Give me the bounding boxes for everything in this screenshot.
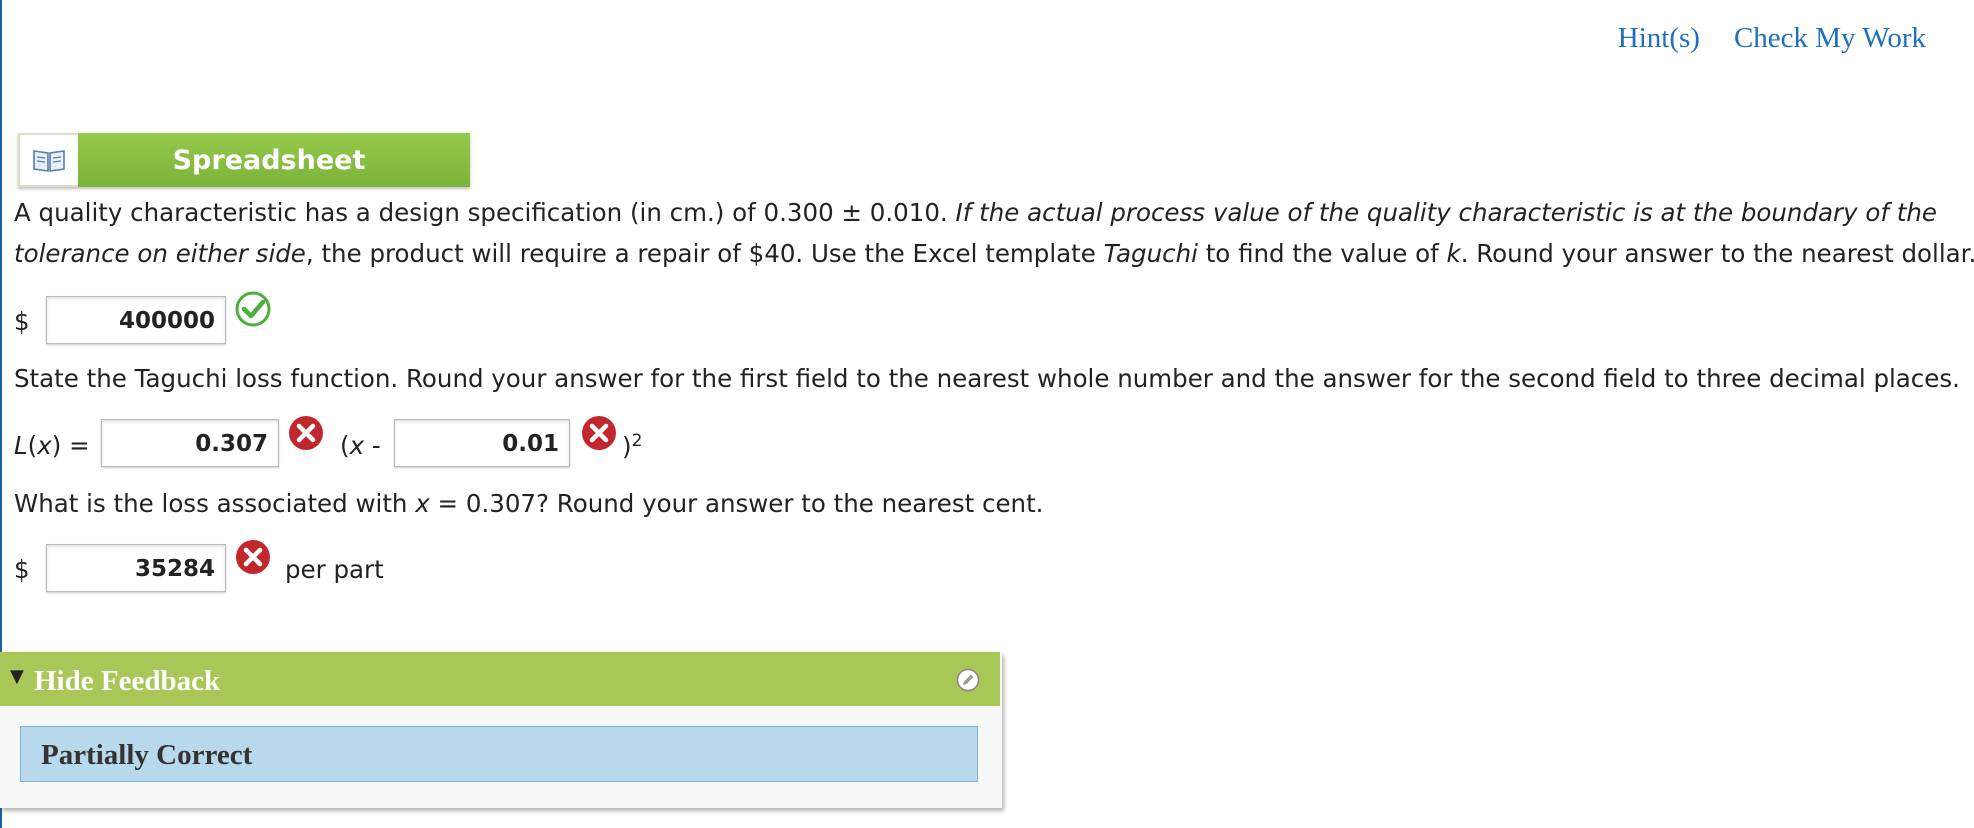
variable-k: k <box>1446 239 1461 268</box>
hide-feedback-label: Hide Feedback <box>34 665 221 697</box>
paren-open: ( <box>27 431 38 460</box>
k-answer-input[interactable]: 400000 <box>46 296 226 344</box>
incorrect-x-icon <box>582 416 616 450</box>
loss-answer-input[interactable]: 35284 <box>46 544 226 592</box>
question3-text: = 0.307? Round your answer to the neares… <box>429 489 1044 518</box>
loss-function-name: L <box>14 431 28 460</box>
incorrect-x-icon <box>236 540 270 574</box>
feedback-panel: ▼ Hide Feedback Partially Correct <box>0 652 1002 808</box>
minus-sign: - <box>364 431 381 460</box>
question1-text: . Round your answer to the nearest dolla… <box>1460 239 1974 268</box>
question2-text: State the Taguchi loss function. Round y… <box>14 364 1960 393</box>
question1-line2: tolerance on either side, the product wi… <box>14 239 1974 268</box>
variable-x: x <box>37 431 52 460</box>
top-links: Hint(s) Check My Work <box>1618 22 1926 55</box>
question3-text: What is the loss associated with <box>14 489 416 518</box>
currency-label: $ <box>14 307 30 336</box>
question1-text: , the product will require a repair of $… <box>305 239 1104 268</box>
per-part-label: per part <box>285 555 384 584</box>
target-value-input[interactable]: 0.01 <box>394 419 570 467</box>
collapse-triangle-icon: ▼ <box>10 666 24 687</box>
book-icon <box>18 133 78 187</box>
spreadsheet-button-label: Spreadsheet <box>78 133 470 187</box>
incorrect-x-icon <box>289 416 323 450</box>
exponent: 2 <box>631 431 643 451</box>
question1-text: A quality characteristic has a design sp… <box>14 198 956 227</box>
paren-close: ) <box>622 432 632 462</box>
lhs-rest: ) = <box>51 431 90 460</box>
correct-check-icon <box>235 291 271 327</box>
question1-text: to find the value of <box>1197 239 1447 268</box>
check-my-work-link[interactable]: Check My Work <box>1734 22 1926 55</box>
template-name: Taguchi <box>1103 239 1198 268</box>
question1-line1: A quality characteristic has a design sp… <box>14 198 1937 227</box>
pencil-icon[interactable] <box>956 668 980 692</box>
variable-x: x <box>415 489 430 518</box>
variable-x: x <box>349 431 365 460</box>
spreadsheet-button[interactable]: Spreadsheet <box>18 133 470 187</box>
feedback-status-box: Partially Correct <box>20 726 978 782</box>
question1-italic: tolerance on either side <box>14 239 306 268</box>
feedback-status: Partially Correct <box>41 739 253 771</box>
question3-line: What is the loss associated with x = 0.3… <box>14 489 1043 518</box>
loss-function-close: )2 <box>622 431 642 461</box>
hints-link[interactable]: Hint(s) <box>1618 22 1700 55</box>
paren-open: ( <box>340 431 350 460</box>
loss-coefficient-input[interactable]: 0.307 <box>101 419 279 467</box>
question1-italic: If the actual process value of the quali… <box>955 198 1937 227</box>
loss-function-mid: (x - <box>340 431 381 460</box>
loss-function-lhs: L(x) = <box>14 431 90 460</box>
hide-feedback-toggle[interactable]: ▼ Hide Feedback <box>0 652 1000 706</box>
currency-label: $ <box>14 555 30 584</box>
